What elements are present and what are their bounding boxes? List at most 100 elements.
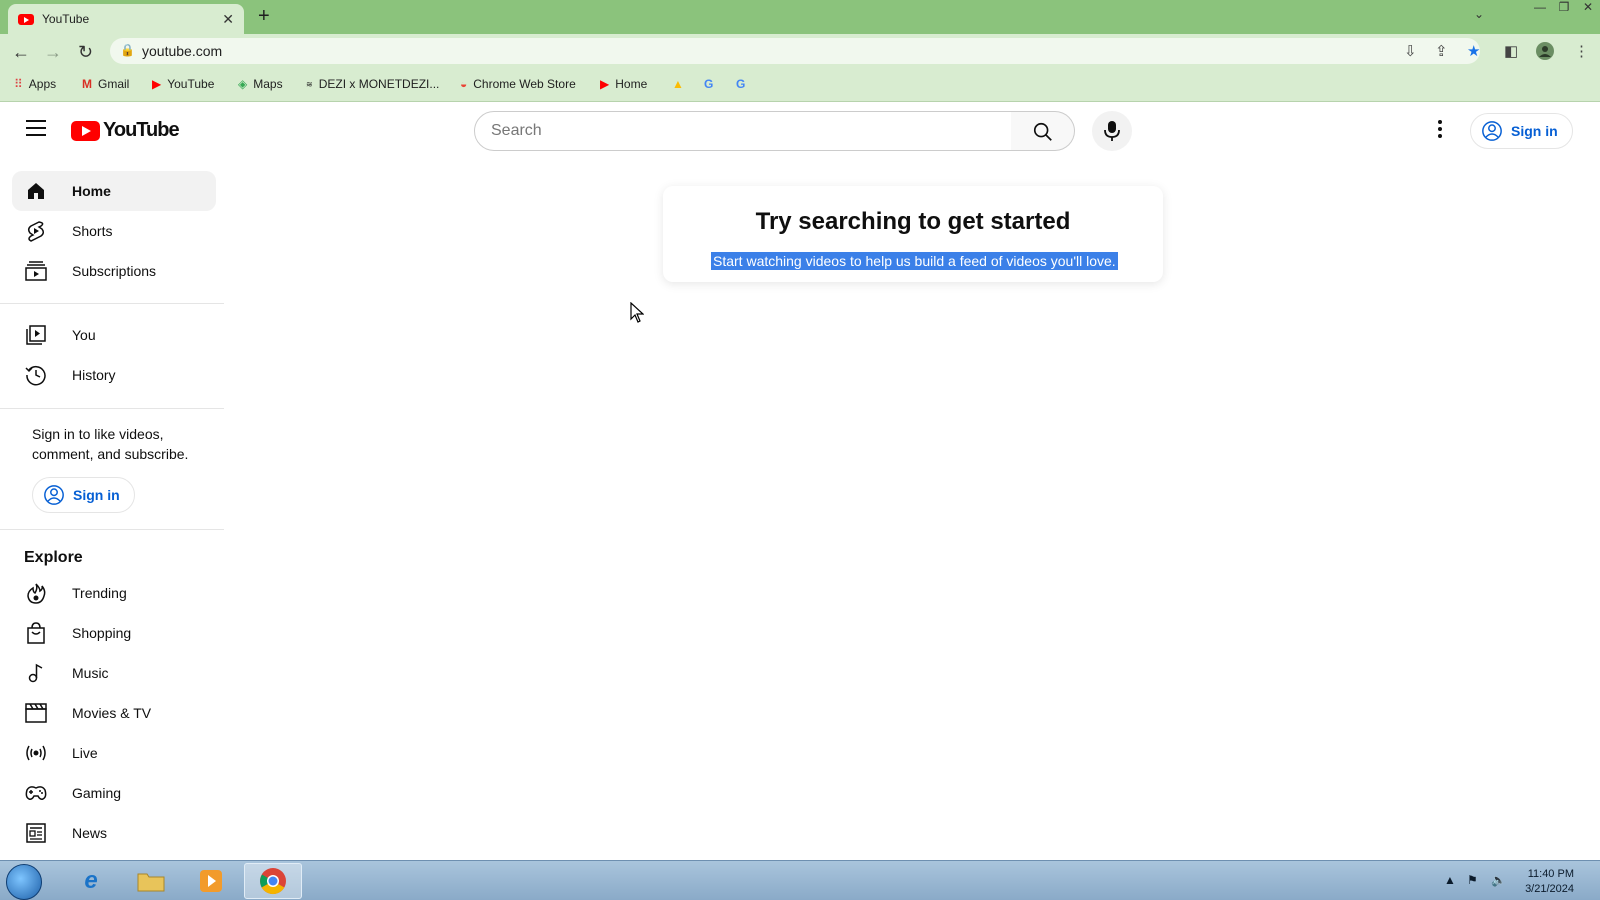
sidebar-item-shopping[interactable]: Shopping	[12, 613, 216, 653]
browser-toolbar: ← → ↻ 🔒 youtube.com ⇩ ⇪ ★ ◧ ⋮	[0, 34, 1600, 68]
news-icon	[24, 821, 48, 845]
bookmark-google-1[interactable]: G	[704, 77, 719, 91]
sidebar-item-subscriptions[interactable]: Subscriptions	[12, 251, 216, 291]
history-icon	[24, 363, 48, 387]
action-center-flag-icon[interactable]: ⚑	[1467, 873, 1478, 887]
webstore-icon: ◒	[460, 77, 468, 91]
sidebar-item-you[interactable]: You	[12, 315, 216, 355]
close-window-button[interactable]: ✕	[1576, 0, 1600, 18]
back-button[interactable]: ←	[12, 42, 30, 63]
tab-close-icon[interactable]: ✕	[222, 11, 234, 28]
dezi-icon: ≋	[306, 79, 313, 89]
bookmark-youtube[interactable]: ▶ YouTube	[152, 77, 214, 91]
guide-menu-icon[interactable]	[26, 120, 46, 136]
account-circle-icon	[44, 485, 64, 505]
tab-title: YouTube	[42, 12, 90, 26]
side-panel-icon[interactable]: ◧	[1504, 42, 1518, 60]
bookmark-dezi[interactable]: ≋ DEZI x MONETDEZI...	[306, 77, 439, 91]
sidebar-item-movies-tv[interactable]: Movies & TV	[12, 693, 216, 733]
search-input[interactable]	[475, 112, 1011, 150]
clock-date: 3/21/2024	[1525, 883, 1574, 895]
subscriptions-icon	[24, 259, 48, 283]
taskbar-internet-explorer[interactable]: e	[62, 863, 120, 899]
sidebar-item-history[interactable]: History	[12, 355, 216, 395]
taskbar-file-explorer[interactable]	[122, 863, 180, 899]
live-icon	[24, 741, 48, 765]
youtube-icon: ▶	[600, 77, 610, 91]
google-icon: G	[704, 77, 714, 91]
youtube-play-icon	[71, 120, 100, 141]
browser-tab-youtube[interactable]: YouTube ✕	[8, 4, 244, 34]
bookmark-chrome-web-store[interactable]: ◒ Chrome Web Store	[460, 77, 576, 91]
start-button[interactable]	[6, 864, 42, 900]
sidebar-sign-in-button[interactable]: Sign in	[32, 477, 135, 513]
sidebar-divider	[0, 408, 224, 409]
taskbar-chrome[interactable]	[244, 863, 302, 899]
tab-search-chevron-icon[interactable]: ⌄	[1474, 7, 1484, 21]
bookmark-home[interactable]: ▶ Home	[600, 77, 647, 91]
install-app-icon[interactable]: ⇩	[1404, 42, 1417, 60]
sidebar-item-gaming[interactable]: Gaming	[12, 773, 216, 813]
new-tab-button[interactable]: +	[258, 5, 270, 28]
mouse-cursor-icon	[630, 302, 644, 323]
chrome-icon	[260, 868, 286, 895]
shorts-icon	[24, 219, 48, 243]
you-library-icon	[24, 323, 48, 347]
empty-feed-title: Try searching to get started	[755, 208, 1071, 235]
chrome-menu-icon[interactable]: ⋮	[1574, 42, 1589, 60]
url-text: youtube.com	[142, 43, 223, 59]
empty-feed-card: Try searching to get started Start watch…	[663, 186, 1163, 282]
clapperboard-icon	[24, 701, 48, 725]
sidebar-sign-in-prompt: Sign in to like videos, comment, and sub…	[32, 426, 189, 462]
restore-window-button[interactable]: ❐	[1552, 0, 1576, 18]
bookmark-google-2[interactable]: G	[736, 77, 751, 91]
address-bar[interactable]: 🔒 youtube.com	[110, 38, 1480, 64]
share-icon[interactable]: ⇪	[1435, 42, 1448, 60]
system-clock[interactable]: 11:40 PM 3/21/2024	[1510, 867, 1574, 897]
sidebar-divider	[0, 303, 224, 304]
sidebar-item-trending[interactable]: Trending	[12, 573, 216, 613]
bookmarks-bar: ⠿ Apps M Gmail ▶ YouTube ◈ Maps ≋ DEZI x…	[0, 68, 1600, 102]
sidebar-divider	[0, 529, 224, 530]
drive-icon: ▲	[672, 77, 684, 91]
trending-icon	[24, 581, 48, 605]
search-icon	[1033, 122, 1052, 141]
youtube-logo[interactable]: YouTube	[71, 119, 180, 142]
bookmark-maps[interactable]: ◈ Maps	[238, 77, 283, 91]
bookmark-gmail[interactable]: M Gmail	[82, 77, 129, 91]
forward-button[interactable]: →	[44, 42, 62, 63]
google-icon: G	[736, 77, 746, 91]
gmail-icon: M	[82, 77, 92, 91]
bookmark-star-icon[interactable]: ★	[1467, 42, 1480, 60]
folder-icon	[137, 873, 165, 892]
reload-button[interactable]: ↻	[78, 42, 93, 63]
tray-expand-icon[interactable]: ▲	[1444, 873, 1456, 887]
gamepad-icon	[24, 781, 48, 805]
explore-heading: Explore	[24, 549, 83, 566]
sidebar-item-shorts[interactable]: Shorts	[12, 211, 216, 251]
profile-avatar-icon[interactable]	[1536, 42, 1554, 64]
lock-icon[interactable]: 🔒	[120, 43, 135, 57]
sidebar-item-home[interactable]: Home	[12, 171, 216, 211]
clock-time: 11:40 PM	[1527, 868, 1574, 880]
settings-more-icon[interactable]	[1432, 120, 1448, 142]
header-sign-in-button[interactable]: Sign in	[1470, 113, 1573, 149]
sidebar-item-news[interactable]: News	[12, 813, 216, 853]
internet-explorer-icon: e	[84, 867, 98, 894]
home-icon	[24, 179, 48, 203]
volume-muted-icon[interactable]: 🔈	[1491, 873, 1506, 887]
bookmark-apps[interactable]: ⠿ Apps	[14, 77, 56, 91]
sidebar-item-music[interactable]: Music	[12, 653, 216, 693]
media-player-icon	[200, 870, 222, 892]
shopping-bag-icon	[24, 621, 48, 645]
bookmark-drive[interactable]: ▲	[672, 77, 690, 91]
taskbar-media-player[interactable]	[182, 863, 240, 899]
minimize-window-button[interactable]: —	[1528, 0, 1552, 18]
account-circle-icon	[1482, 121, 1502, 141]
search-button[interactable]	[1011, 111, 1075, 151]
maps-icon: ◈	[238, 77, 248, 91]
youtube-favicon-icon	[18, 13, 34, 25]
voice-search-button[interactable]	[1092, 111, 1132, 151]
apps-grid-icon: ⠿	[14, 77, 23, 91]
sidebar-item-live[interactable]: Live	[12, 733, 216, 773]
